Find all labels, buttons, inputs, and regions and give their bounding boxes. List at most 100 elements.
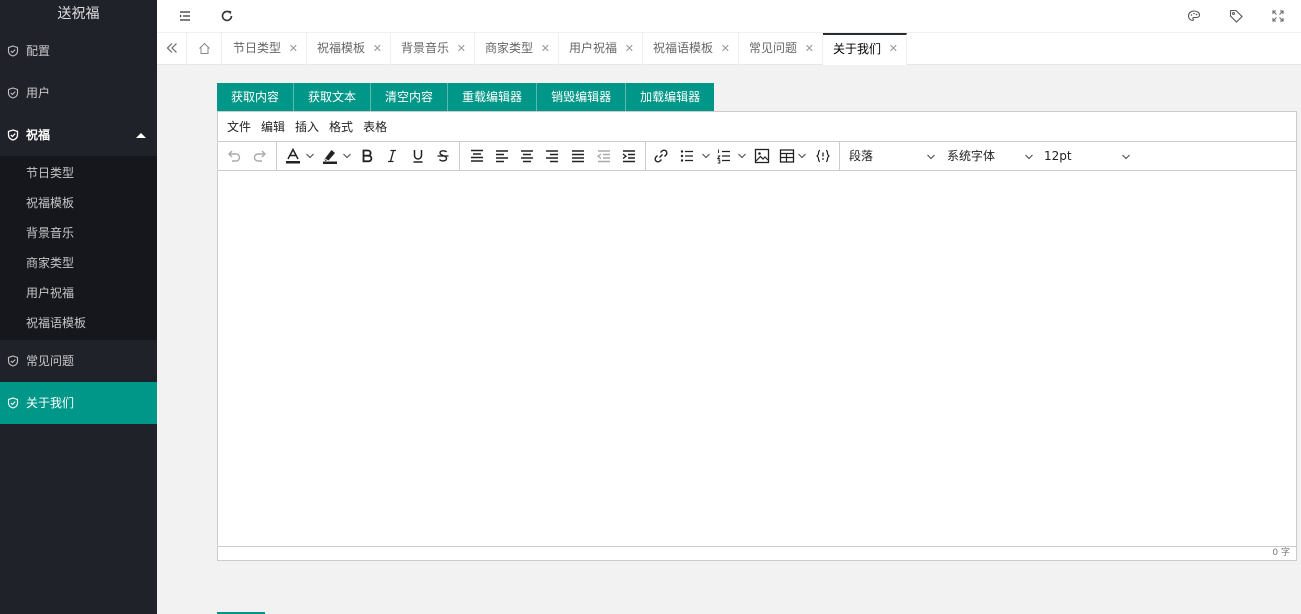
underline-icon[interactable] [411,148,425,164]
tab-label: 祝福模板 [317,41,366,55]
tab-label: 节日类型 [233,41,282,55]
sidebar-subnav: 节日类型 祝福模板 背景音乐 商家类型 用户祝福 祝福语模板 [0,156,157,340]
tabs-scroll-left-button[interactable] [157,33,187,65]
sidebar-item-config[interactable]: 配置 [0,30,157,72]
reload-editor-button[interactable]: 重载编辑器 [448,83,538,111]
sidebar-subitem[interactable]: 背景音乐 [0,218,157,248]
tab-holiday-type[interactable]: 节日类型 ✕ [223,33,307,65]
sidebar-item-blessing[interactable]: 祝福 [0,114,157,156]
shield-check-icon [7,45,19,57]
sidebar-subitem[interactable]: 祝福模板 [0,188,157,218]
editor-toolbar: 段落 系统字体 12pt [218,142,1296,171]
align-justify-icon[interactable] [570,148,586,164]
chevron-down-icon [927,154,935,160]
chevron-down-icon[interactable] [342,148,352,164]
align-right-icon[interactable] [544,148,560,164]
align-center-icon[interactable] [519,148,535,164]
undo-icon[interactable] [226,148,242,164]
align-left-icon[interactable] [494,148,510,164]
rich-text-editor: 文件 编辑 插入 格式 表格 段落 系统字体 12pt 0 字 [217,111,1297,561]
sidebar-item-label: 常见问题 [26,354,75,368]
tab-blessing-template[interactable]: 祝福模板 ✕ [307,33,391,65]
sidebar-subitem[interactable]: 节日类型 [0,158,157,188]
text-color-icon[interactable] [284,148,302,164]
fullscreen-icon[interactable] [1270,8,1286,24]
chevron-down-icon[interactable] [305,148,315,164]
sidebar: 送祝福 配置 用户 祝福 节日类型 祝福模板 背景音乐 商家类型 用户祝福 祝福… [0,0,157,614]
menu-file[interactable]: 文件 [222,112,256,142]
bold-icon[interactable] [360,148,374,164]
tab-label: 背景音乐 [401,41,450,55]
caret-up-icon [136,133,146,138]
numbered-list-icon[interactable] [716,148,732,164]
close-icon[interactable]: ✕ [289,33,298,64]
sidebar-subitem[interactable]: 用户祝福 [0,278,157,308]
collapse-menu-icon[interactable] [177,8,193,24]
tag-icon[interactable] [1228,8,1244,24]
clear-content-button[interactable]: 清空内容 [371,83,449,111]
sidebar-subitem[interactable]: 商家类型 [0,248,157,278]
refresh-icon[interactable] [219,8,235,24]
code-sample-icon[interactable] [815,148,831,164]
redo-icon[interactable] [252,148,268,164]
tab-faq[interactable]: 常见问题 ✕ [739,33,823,65]
sidebar-item-user[interactable]: 用户 [0,72,157,114]
sidebar-item-label: 祝福 [26,128,51,142]
font-family-value: 系统字体 [947,149,996,163]
bullet-list-icon[interactable] [679,148,695,164]
menu-edit[interactable]: 编辑 [256,112,290,142]
app-logo: 送祝福 [57,6,100,22]
menu-format[interactable]: 格式 [324,112,358,142]
close-icon[interactable]: ✕ [721,33,730,64]
indent-icon[interactable] [621,148,637,164]
toolbar-separator [645,142,646,171]
table-icon[interactable] [779,148,795,164]
font-size-select[interactable]: 12pt [1034,142,1134,171]
chevron-down-icon[interactable] [797,148,807,164]
font-family-select[interactable]: 系统字体 [937,142,1034,171]
home-icon [199,42,210,54]
block-format-value: 段落 [849,149,874,163]
home-tab[interactable] [187,33,222,65]
tab-blessing-text-template[interactable]: 祝福语模板 ✕ [643,33,739,65]
close-icon[interactable]: ✕ [805,33,814,64]
tab-merchant-type[interactable]: 商家类型 ✕ [475,33,559,65]
get-content-button[interactable]: 获取内容 [217,83,295,111]
close-icon[interactable]: ✕ [373,33,382,64]
shield-check-icon [7,129,19,141]
highlight-color-icon[interactable] [321,148,339,164]
page-tabs: 节日类型 ✕ 祝福模板 ✕ 背景音乐 ✕ 商家类型 ✕ 用户祝福 ✕ 祝福语模板 ✕ 常见问… [157,33,1301,65]
tab-label: 关于我们 [833,42,882,56]
tab-about-us[interactable]: 关于我们 ✕ [823,33,907,65]
close-icon[interactable]: ✕ [625,33,634,64]
close-icon[interactable]: ✕ [541,33,550,64]
chevron-down-icon[interactable] [737,148,747,164]
tab-bg-music[interactable]: 背景音乐 ✕ [391,33,475,65]
tab-user-blessing[interactable]: 用户祝福 ✕ [559,33,643,65]
block-format-select[interactable]: 段落 [839,142,937,171]
sidebar-item-about[interactable]: 关于我们 [0,382,157,424]
font-size-value: 12pt [1044,149,1072,163]
load-editor-button[interactable]: 加载编辑器 [626,83,715,111]
double-chevron-left-icon [166,43,177,53]
menu-insert[interactable]: 插入 [290,112,324,142]
strikethrough-icon[interactable] [436,148,450,164]
image-icon[interactable] [754,148,770,164]
close-icon[interactable]: ✕ [457,33,466,64]
editor-content-area[interactable] [218,172,1296,546]
destroy-editor-button[interactable]: 销毁编辑器 [537,83,627,111]
menu-table[interactable]: 表格 [358,112,392,142]
outdent-icon[interactable] [596,148,612,164]
link-icon[interactable] [653,148,669,164]
get-text-button[interactable]: 获取文本 [294,83,372,111]
sidebar-subitem[interactable]: 祝福语模板 [0,308,157,338]
align-justify-top-icon[interactable] [469,148,485,164]
chevron-down-icon[interactable] [701,148,711,164]
theme-palette-icon[interactable] [1186,8,1202,24]
italic-icon[interactable] [386,148,398,164]
shield-check-icon [7,355,19,367]
editor-action-buttons: 获取内容 获取文本 清空内容 重载编辑器 销毁编辑器 加载编辑器 [217,83,715,111]
sidebar-item-faq[interactable]: 常见问题 [0,340,157,382]
close-icon[interactable]: ✕ [889,35,898,63]
toolbar-separator [459,142,460,171]
